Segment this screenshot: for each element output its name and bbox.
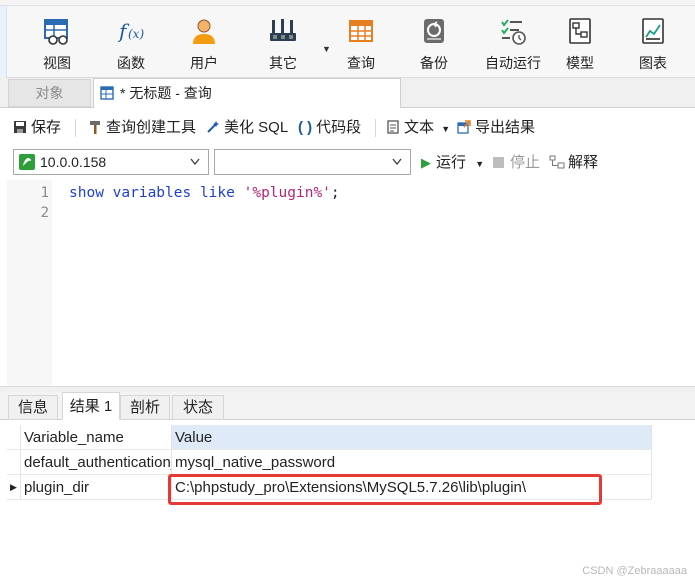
toolbar-function-label: 函数	[117, 55, 145, 71]
beautify-sql-label: 美化 SQL	[224, 119, 289, 136]
connection-select-value: 10.0.0.158	[40, 154, 107, 170]
toolbar-left-edge	[0, 6, 7, 78]
result-tab-bar: 信息 结果 1 剖析 状态	[0, 392, 695, 420]
toolbar-function-button[interactable]: f (x) 函数	[99, 6, 163, 78]
line-number: 2	[40, 205, 49, 221]
connection-bar: 10.0.0.158 ▶ 运行 ▼ 停止 解释	[0, 148, 695, 178]
tools-icon	[270, 19, 296, 41]
table-cell[interactable]: mysql_native_password	[172, 450, 652, 475]
connection-select[interactable]: 10.0.0.158	[13, 149, 209, 175]
beautify-sql-button[interactable]: 美化 SQL	[206, 108, 288, 148]
tab-query-label: * 无标题 - 查询	[120, 85, 212, 101]
query-builder-label: 查询创建工具	[106, 119, 197, 136]
query-builder-button[interactable]: 查询创建工具	[88, 108, 196, 148]
hammer-icon	[90, 121, 100, 134]
toolbar-other-label: 其它	[269, 55, 297, 71]
toolbar-backup-button[interactable]: 备份	[402, 6, 466, 78]
toolbar-chart-label: 图表	[639, 55, 667, 71]
run-dropdown-icon[interactable]: ▼	[475, 159, 484, 169]
export-results-label: 导出结果	[475, 119, 536, 136]
main-toolbar: 视图 f (x) 函数 用户 其它 ▼ 查询 备份 自动运行 模型 图表	[7, 6, 695, 78]
query-tab-icon	[100, 86, 114, 100]
save-icon	[14, 121, 26, 133]
stop-button[interactable]: 停止	[493, 148, 540, 178]
tab-query[interactable]: * 无标题 - 查询	[93, 78, 401, 108]
row-indicator-header	[7, 425, 21, 450]
tab-objects[interactable]: 对象	[8, 79, 91, 107]
user-icon	[193, 19, 215, 44]
sql-terminator: ;	[330, 185, 340, 201]
toolbar-view-button[interactable]: 视图	[25, 6, 89, 78]
tab-bar: 对象 * 无标题 - 查询	[0, 78, 695, 108]
text-mode-dropdown-icon[interactable]: ▼	[441, 124, 450, 134]
magic-wand-icon	[207, 121, 219, 133]
chart-icon	[642, 18, 664, 44]
toolbar-user-button[interactable]: 用户	[172, 6, 236, 78]
line-number-gutter: 1 2	[7, 180, 52, 386]
backup-icon	[424, 19, 444, 43]
play-icon: ▶	[421, 155, 431, 170]
toolbar-autorun-button[interactable]: 自动运行	[473, 6, 553, 78]
sql-keywords: show variables like	[69, 185, 244, 201]
toolbar-user-label: 用户	[190, 55, 218, 71]
code-snippet-label: 代码段	[316, 119, 362, 136]
toolbar-separator	[375, 119, 376, 137]
toolbar-view-label: 视图	[43, 55, 71, 71]
export-icon	[457, 120, 471, 134]
function-icon: f (x)	[117, 19, 144, 43]
explain-label: 解释	[568, 154, 599, 171]
explain-icon	[549, 155, 565, 169]
stop-label: 停止	[510, 154, 541, 171]
row-indicator[interactable]	[7, 450, 21, 475]
save-label: 保存	[31, 119, 62, 136]
line-number: 1	[40, 185, 49, 201]
toolbar-backup-label: 备份	[420, 55, 448, 71]
highlight-box	[168, 474, 602, 505]
chevron-down-icon	[190, 158, 200, 166]
column-header-value[interactable]: Value	[172, 425, 652, 450]
toolbar-model-label: 模型	[566, 55, 594, 71]
database-select[interactable]	[214, 149, 411, 175]
tab-result-1[interactable]: 结果 1	[62, 392, 120, 420]
explain-button[interactable]: 解释	[549, 148, 598, 178]
stop-icon	[493, 157, 504, 168]
parentheses-icon: ( )	[298, 119, 313, 136]
model-icon	[569, 18, 591, 44]
chevron-down-icon	[392, 158, 402, 166]
query-toolbar: 保存 查询创建工具 美化 SQL ( ) 代码段 文本 ▼ 导出结果	[0, 108, 695, 148]
sql-code-line[interactable]: show variables like '%plugin%';	[69, 185, 340, 201]
tab-profile[interactable]: 剖析	[120, 395, 170, 420]
watermark: CSDN @Zebraaaaaa	[582, 565, 687, 577]
document-icon	[387, 120, 399, 134]
app-window: 视图 f (x) 函数 用户 其它 ▼ 查询 备份 自动运行 模型 图表 对象 …	[0, 0, 695, 581]
toolbar-query-button[interactable]: 查询	[329, 6, 393, 78]
run-label: 运行	[436, 154, 467, 171]
run-button[interactable]: ▶ 运行 ▼	[421, 148, 484, 178]
text-mode-button[interactable]: 文本 ▼	[386, 108, 450, 148]
table-cell[interactable]: default_authentication_plugin	[21, 450, 172, 475]
query-grid-icon	[349, 20, 373, 42]
column-header-variable-name[interactable]: Variable_name	[21, 425, 172, 450]
toolbar-chart-button[interactable]: 图表	[621, 6, 685, 78]
sql-string-literal: '%plugin%'	[243, 185, 331, 201]
svg-text:(x): (x)	[128, 27, 144, 41]
schedule-icon	[501, 19, 526, 45]
export-results-button[interactable]: 导出结果	[457, 108, 535, 148]
toolbar-model-button[interactable]: 模型	[548, 6, 612, 78]
code-snippet-button[interactable]: ( ) 代码段	[298, 108, 361, 148]
table-view-icon	[44, 19, 68, 45]
tab-status[interactable]: 状态	[172, 395, 224, 420]
toolbar-other-button[interactable]: 其它	[251, 6, 315, 78]
current-row-arrow-icon: ▶	[10, 482, 17, 492]
table-cell[interactable]: plugin_dir	[21, 475, 172, 500]
save-button[interactable]: 保存	[13, 108, 61, 148]
sql-editor[interactable]: 1 2 show variables like '%plugin%';	[7, 180, 695, 386]
toolbar-autorun-label: 自动运行	[485, 55, 541, 71]
mysql-connection-icon	[19, 154, 35, 170]
toolbar-separator	[75, 119, 76, 137]
toolbar-query-label: 查询	[347, 55, 375, 71]
tab-info[interactable]: 信息	[8, 395, 58, 420]
row-indicator-current[interactable]: ▶	[7, 475, 21, 500]
text-mode-label: 文本	[404, 119, 435, 136]
